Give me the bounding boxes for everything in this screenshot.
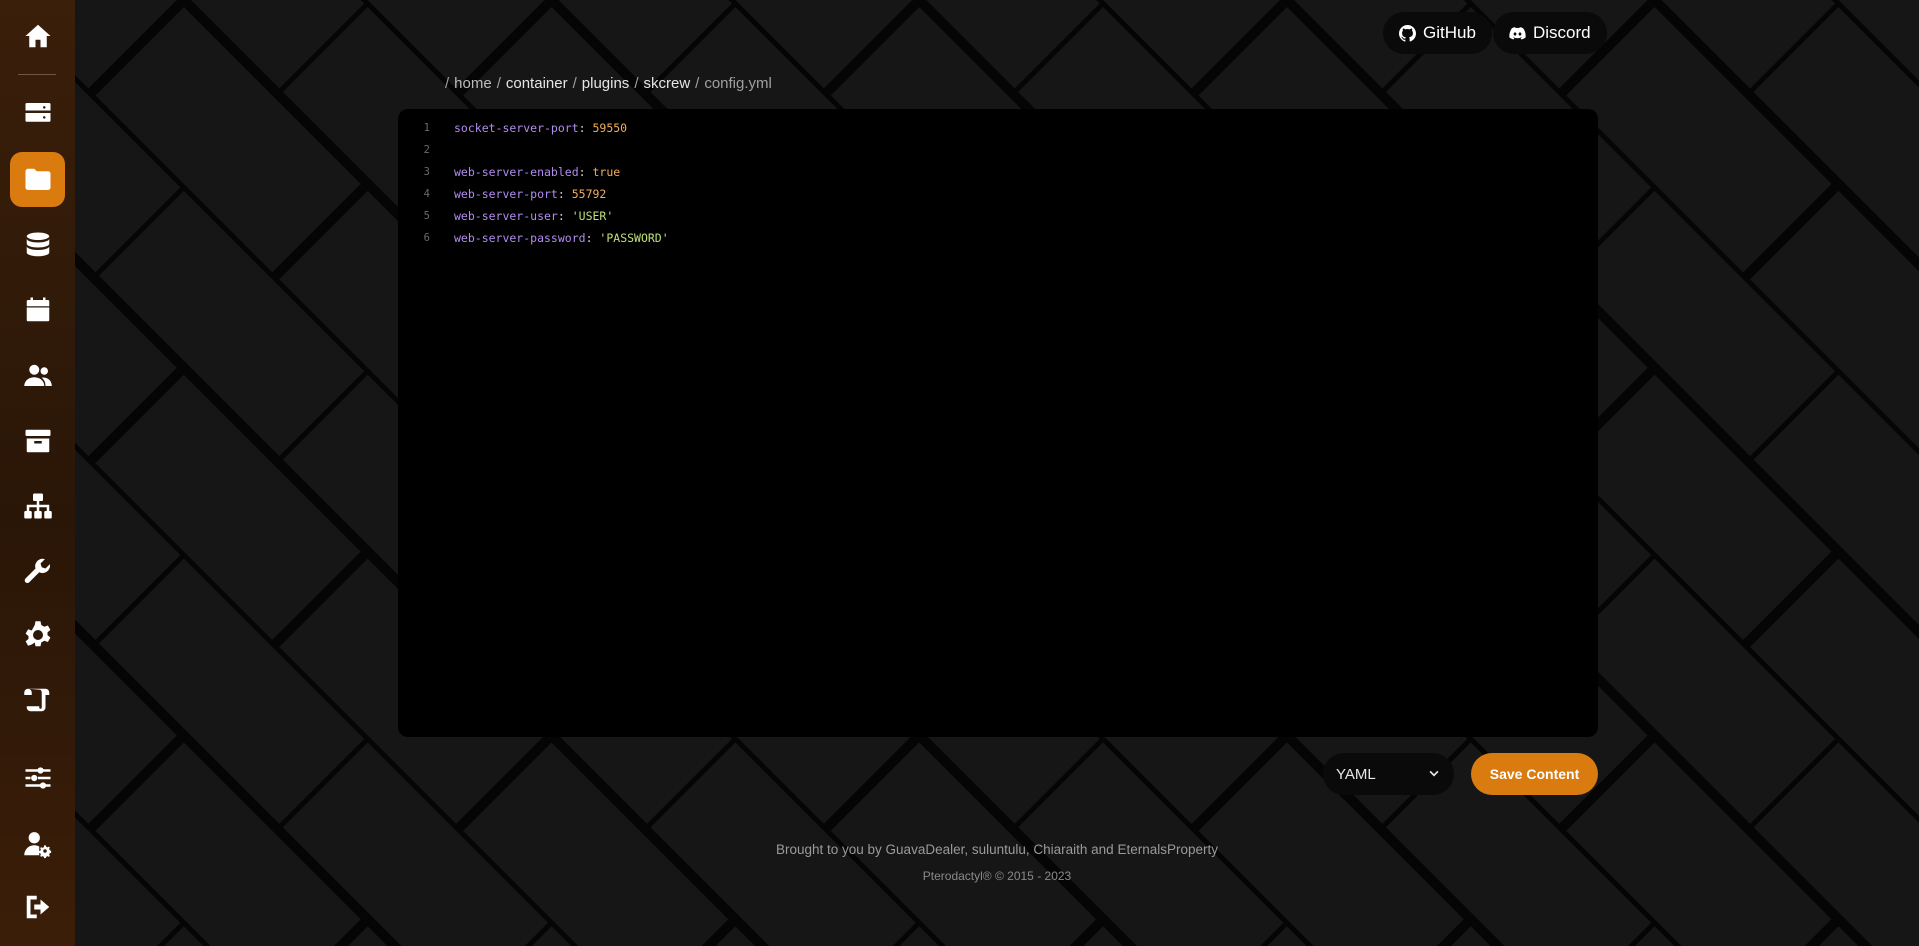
breadcrumb: / home / container / plugins / skcrew / … — [445, 75, 772, 92]
breadcrumb-current-file: config.yml — [704, 75, 772, 92]
editor-line: 5 web-server-user: 'USER' — [398, 205, 1598, 227]
breadcrumb-separator: / — [445, 75, 450, 92]
breadcrumb-skcrew[interactable]: skcrew — [643, 75, 690, 92]
yaml-value: 55792 — [571, 187, 607, 201]
yaml-key: web-server-user — [454, 209, 558, 223]
yaml-key: web-server-port — [454, 187, 558, 201]
breadcrumb-separator: / — [634, 75, 639, 92]
sidebar-item-activity[interactable] — [10, 672, 65, 727]
line-number: 3 — [423, 166, 430, 178]
language-select-value: YAML — [1336, 765, 1376, 783]
line-number: 4 — [423, 188, 430, 200]
github-label: GitHub — [1423, 23, 1476, 42]
sidebar-item-settings[interactable] — [10, 607, 65, 662]
archive-icon — [25, 429, 50, 452]
yaml-key: socket-server-port — [454, 121, 579, 135]
sidebar-item-files[interactable] — [10, 152, 65, 207]
editor-line: 1 socket-server-port: 59550 — [398, 117, 1598, 139]
discord-label: Discord — [1533, 23, 1591, 42]
database-icon — [26, 232, 49, 256]
sidebar-item-network[interactable] — [10, 478, 65, 533]
editor-line: 3 web-server-enabled: true — [398, 161, 1598, 183]
line-number: 5 — [423, 210, 430, 222]
breadcrumb-home[interactable]: home — [454, 75, 492, 92]
network-icon — [23, 493, 52, 518]
editor-line: 2 — [398, 139, 1598, 161]
yaml-key: web-server-password — [454, 231, 586, 245]
yaml-key: web-server-enabled — [454, 165, 579, 179]
sidebar-item-databases[interactable] — [10, 217, 65, 272]
sidebar-item-servers[interactable] — [10, 85, 65, 140]
home-icon — [25, 24, 50, 47]
editor-line: 4 web-server-port: 55792 — [398, 183, 1598, 205]
sidebar-item-startup[interactable] — [10, 543, 65, 598]
code-editor[interactable]: 1 socket-server-port: 59550 2 3 web-serv… — [398, 109, 1598, 737]
breadcrumb-container[interactable]: container — [506, 75, 568, 92]
line-number: 6 — [423, 232, 430, 244]
sidebar — [0, 0, 75, 946]
line-number: 2 — [423, 144, 430, 156]
line-code: web-server-port: 55792 — [454, 187, 607, 201]
users-icon — [23, 364, 52, 386]
yaml-value: true — [592, 165, 621, 179]
gear-icon — [25, 620, 50, 646]
sliders-icon — [25, 766, 50, 789]
sidebar-item-admin[interactable] — [10, 750, 65, 805]
chevron-down-icon — [1429, 770, 1439, 777]
footer-copyright: Pterodactyl® © 2015 - 2023 — [922, 869, 1072, 883]
discord-link[interactable]: Discord — [1493, 12, 1607, 54]
sidebar-item-logout[interactable] — [10, 879, 65, 934]
breadcrumb-separator: / — [695, 75, 700, 92]
yaml-value: 'USER' — [571, 209, 614, 223]
logout-icon — [26, 895, 49, 918]
yaml-value: 59550 — [592, 121, 628, 135]
github-icon — [1399, 24, 1416, 42]
sidebar-item-home[interactable] — [10, 8, 65, 63]
scroll-icon — [23, 688, 49, 711]
breadcrumb-plugins[interactable]: plugins — [582, 75, 630, 92]
line-code: web-server-password: 'PASSWORD' — [454, 231, 669, 245]
calendar-icon — [26, 297, 49, 321]
discord-icon — [1509, 26, 1526, 40]
editor-line: 6 web-server-password: 'PASSWORD' — [398, 227, 1598, 249]
breadcrumb-separator: / — [496, 75, 501, 92]
yaml-value: 'PASSWORD' — [599, 231, 669, 245]
github-link[interactable]: GitHub — [1383, 12, 1492, 54]
line-code: web-server-user: 'USER' — [454, 209, 614, 223]
line-code: socket-server-port: 59550 — [454, 121, 628, 135]
footer-credits: Brought to you by GuavaDealer, suluntulu… — [775, 842, 1218, 857]
wrench-icon — [24, 558, 50, 583]
sidebar-divider — [18, 74, 56, 75]
sidebar-item-schedules[interactable] — [10, 282, 65, 337]
language-select[interactable]: YAML — [1323, 753, 1454, 795]
line-code: web-server-enabled: true — [454, 165, 621, 179]
sidebar-item-backups[interactable] — [10, 413, 65, 468]
breadcrumb-separator: / — [572, 75, 577, 92]
server-icon — [25, 102, 50, 122]
line-number: 1 — [423, 122, 430, 134]
folder-icon — [25, 168, 50, 190]
save-content-button[interactable]: Save Content — [1471, 753, 1598, 795]
sidebar-item-users[interactable] — [10, 348, 65, 403]
